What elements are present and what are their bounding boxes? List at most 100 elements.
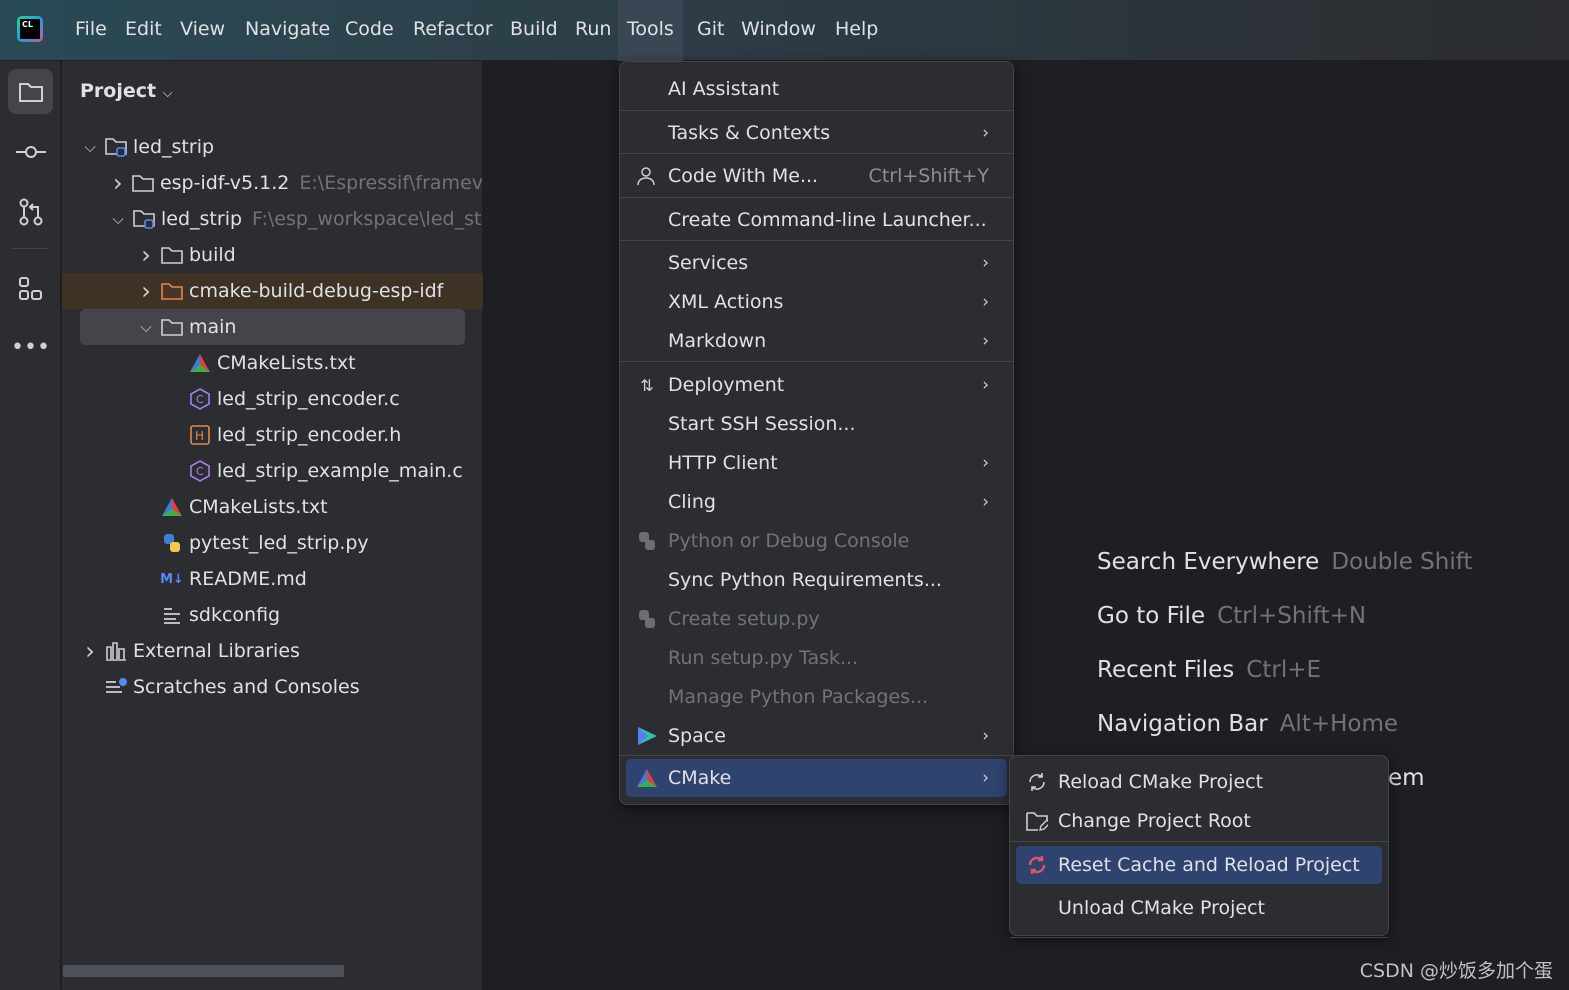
- tree-item[interactable]: › cmake-build-debug-esp-idf: [62, 273, 483, 309]
- tree-item-label: led_strip_example_main.c: [217, 460, 463, 482]
- tree-item-label: pytest_led_strip.py: [189, 532, 369, 554]
- deployment-icon: ⇅: [640, 375, 654, 395]
- menu-item-cmake[interactable]: CMake ›: [626, 759, 1007, 797]
- horizontal-scrollbar[interactable]: [63, 965, 344, 977]
- tree-item[interactable]: ⌵ led_strip F:\esp_workspace\led_st: [62, 201, 483, 237]
- tree-item[interactable]: Cled_strip_encoder.c: [62, 381, 483, 417]
- tree-item[interactable]: ⌵ main: [80, 309, 465, 345]
- user-icon: [636, 165, 658, 187]
- tree-item-path: E:\Espressif\framev: [299, 172, 483, 194]
- editor-tip: Search Everywhere Double Shift: [1097, 549, 1472, 575]
- editor-tip: em: [1388, 765, 1425, 791]
- tree-item[interactable]: Scratches and Consoles: [62, 669, 483, 705]
- module-folder-icon: [104, 137, 128, 157]
- menu-item-xml-actions[interactable]: XML Actions ›: [626, 283, 1007, 321]
- menu-item-deployment[interactable]: ⇅ Deployment ›: [626, 366, 1007, 404]
- menu-item-markdown[interactable]: Markdown ›: [626, 322, 1007, 360]
- chevron-right-icon: ›: [982, 292, 989, 312]
- cmake-icon: [636, 767, 658, 789]
- tree-item[interactable]: sdkconfig: [62, 597, 483, 633]
- menu-separator: [620, 240, 1013, 241]
- editor-tip: Navigation Bar Alt+Home: [1097, 711, 1398, 737]
- menu-build[interactable]: Build: [510, 18, 558, 40]
- tree-item[interactable]: pytest_led_strip.py: [62, 525, 483, 561]
- project-panel-title[interactable]: Project ⌵: [80, 80, 173, 102]
- menu-item-label: Markdown: [668, 330, 767, 352]
- menu-item-create-setup-py[interactable]: Create setup.py: [626, 600, 1007, 638]
- project-title-label: Project: [80, 80, 157, 102]
- tree-item[interactable]: › esp-idf-v5.1.2 E:\Espressif\framev: [62, 165, 483, 201]
- tree-item[interactable]: CMakeLists.txt: [62, 489, 483, 525]
- chevron-right-icon: ›: [982, 453, 989, 473]
- reset-cache-icon: [1026, 854, 1048, 876]
- pull-request-icon[interactable]: [8, 189, 53, 234]
- menu-item-space[interactable]: Space ›: [626, 717, 1007, 755]
- chevron-right-icon[interactable]: ›: [136, 277, 156, 305]
- reload-icon: [1026, 771, 1048, 793]
- chevron-right-icon[interactable]: ›: [136, 241, 156, 269]
- chevron-down-icon[interactable]: ⌵: [108, 210, 128, 228]
- folder-icon[interactable]: [8, 69, 53, 114]
- menu-item-services[interactable]: Services ›: [626, 244, 1007, 282]
- menu-item-tasks-contexts[interactable]: Tasks & Contexts ›: [626, 114, 1007, 152]
- svg-text:H: H: [195, 429, 204, 443]
- menu-item-label: Deployment: [668, 374, 785, 396]
- menu-item-run-setup-py-task[interactable]: Run setup.py Task...: [626, 639, 1007, 677]
- menu-separator: [1010, 937, 1388, 938]
- menu-item-python-or-debug-console[interactable]: Python or Debug Console: [626, 522, 1007, 560]
- scratches-icon: [104, 677, 128, 697]
- menu-help[interactable]: Help: [835, 18, 878, 40]
- menu-window[interactable]: Window: [741, 18, 816, 40]
- menu-tools[interactable]: Tools: [618, 0, 683, 61]
- tree-item-label: Scratches and Consoles: [133, 676, 360, 698]
- tree-item-label: esp-idf-v5.1.2: [159, 172, 290, 194]
- structure-icon[interactable]: [8, 266, 53, 311]
- tree-item[interactable]: Hled_strip_encoder.h: [62, 417, 483, 453]
- menu-item-create-command-line-launcher[interactable]: Create Command-line Launcher...: [626, 201, 1007, 239]
- chevron-down-icon[interactable]: ⌵: [80, 138, 100, 156]
- tip-shortcut: Ctrl+E: [1246, 657, 1322, 683]
- menu-edit[interactable]: Edit: [125, 18, 162, 40]
- chevron-right-icon[interactable]: ›: [108, 169, 128, 197]
- chevron-right-icon: ›: [982, 331, 989, 351]
- menu-item-reload-cmake-project[interactable]: Reload CMake Project: [1016, 763, 1382, 801]
- menu-item-start-ssh-session[interactable]: Start SSH Session...: [626, 405, 1007, 443]
- menu-view[interactable]: View: [180, 18, 225, 40]
- tree-item[interactable]: CMakeLists.txt: [62, 345, 483, 381]
- menu-file[interactable]: File: [75, 18, 107, 40]
- menu-item-label: AI Assistant: [668, 78, 780, 100]
- chevron-right-icon: ›: [982, 768, 989, 788]
- more-icon[interactable]: •••: [8, 325, 53, 370]
- chevron-down-icon[interactable]: ⌵: [136, 318, 156, 336]
- menu-code[interactable]: Code: [345, 18, 394, 40]
- menu-item-unload-cmake-project[interactable]: Unload CMake Project: [1016, 889, 1382, 927]
- menu-item-manage-python-packages[interactable]: Manage Python Packages...: [626, 678, 1007, 716]
- menu-item-http-client[interactable]: HTTP Client ›: [626, 444, 1007, 482]
- folder-icon: [160, 317, 184, 337]
- menu-item-change-project-root[interactable]: Change Project Root: [1016, 802, 1382, 840]
- menu-item-cling[interactable]: Cling ›: [626, 483, 1007, 521]
- tree-item[interactable]: › External Libraries: [62, 633, 483, 669]
- tree-item[interactable]: › build: [62, 237, 483, 273]
- menu-item-reset-cache-and-reload-project[interactable]: Reset Cache and Reload Project: [1016, 846, 1382, 884]
- menu-git[interactable]: Git: [697, 18, 724, 40]
- menu-refactor[interactable]: Refactor: [413, 18, 493, 40]
- menu-run[interactable]: Run: [575, 18, 611, 40]
- menu-item-sync-python-requirements[interactable]: Sync Python Requirements...: [626, 561, 1007, 599]
- menu-separator: [620, 361, 1013, 362]
- tree-item[interactable]: M↓ README.md: [62, 561, 483, 597]
- menu-item-code-with-me[interactable]: Code With Me... Ctrl+Shift+Y: [626, 157, 1007, 195]
- commit-icon[interactable]: [8, 129, 53, 174]
- clion-logo-icon[interactable]: CL: [17, 16, 43, 42]
- menu-item-label: Start SSH Session...: [668, 413, 856, 435]
- tree-item[interactable]: Cled_strip_example_main.c: [62, 453, 483, 489]
- tree-item[interactable]: ⌵ led_strip: [62, 129, 483, 165]
- tip-action: Navigation Bar: [1097, 711, 1268, 737]
- python-icon: [160, 533, 184, 553]
- menu-navigate[interactable]: Navigate: [245, 18, 330, 40]
- chevron-right-icon[interactable]: ›: [80, 637, 100, 665]
- menu-item-label: Change Project Root: [1058, 810, 1251, 832]
- menu-item-label: Manage Python Packages...: [668, 686, 929, 708]
- menu-item-ai-assistant[interactable]: AI Assistant: [626, 70, 1007, 108]
- chevron-right-icon: ›: [982, 726, 989, 746]
